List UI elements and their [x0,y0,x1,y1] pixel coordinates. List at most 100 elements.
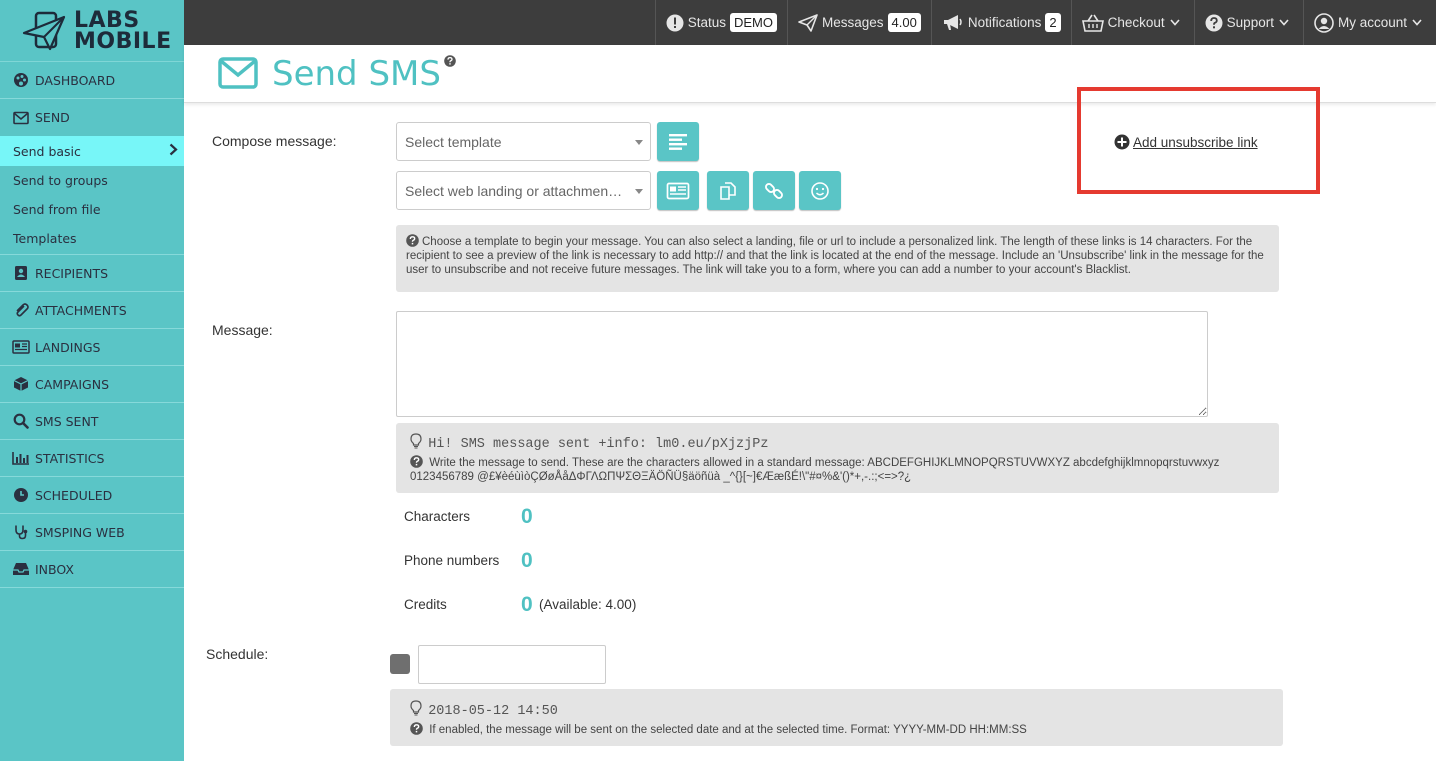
basket-icon [1081,14,1104,32]
sidebar-item-campaigns[interactable]: CAMPAIGNS [0,366,184,403]
sidebar-item-inbox[interactable]: INBOX [0,551,184,588]
question-circle-icon [410,455,423,468]
sidebar-item-sms-sent[interactable]: SMS SENT [0,403,184,440]
sidebar-subitem-label: Send basic [13,143,81,159]
sidebar-item-statistics[interactable]: STATISTICS [0,440,184,477]
envelope-icon [218,57,258,94]
credits-label: Credits [404,597,447,612]
schedule-checkbox[interactable] [390,654,410,674]
status-menu[interactable]: Status DEMO [654,0,787,45]
support-menu[interactable]: Support [1193,0,1303,45]
schedule-example: 2018-05-12 14:50 [428,704,558,719]
bar-chart-icon [12,449,30,467]
sidebar-item-label: ATTACHMENTS [35,302,127,318]
status-label: Status [687,15,726,30]
notifications-menu[interactable]: Notifications 2 [930,0,1071,45]
sidebar-item-label: CAMPAIGNS [35,376,110,392]
plus-circle-icon [1114,134,1130,150]
sidebar-subitem-label: Templates [13,231,77,246]
sidebar-subitem-label: Send from file [13,202,101,217]
sidebar-subitem-send-to-groups[interactable]: Send to groups [0,166,184,195]
lightbulb-icon [410,433,422,449]
message-help-box: Hi! SMS message sent +info: lm0.eu/pXjzj… [396,423,1279,493]
notifications-badge: 2 [1045,13,1061,32]
clock-icon [12,486,30,504]
messages-badge: 4.00 [887,13,921,32]
message-textarea[interactable] [396,311,1208,417]
send-submenu: Send basic Send to groups Send from file… [0,136,184,255]
sidebar-item-landings[interactable]: LANDINGS [0,329,184,366]
question-circle-icon [406,234,419,247]
newspaper-icon [12,338,30,356]
phone-numbers-count: 0 [521,549,533,572]
sidebar-item-label: SMSPING WEB [35,524,125,540]
sidebar-item-label: DASHBOARD [35,72,116,88]
palette-icon [12,71,30,89]
sidebar-subitem-send-from-file[interactable]: Send from file [0,195,184,224]
copy-icon [720,181,736,200]
schedule-datetime-input[interactable] [418,645,606,684]
add-unsubscribe-label: Add unsubscribe link [1133,134,1258,150]
caret-down-icon [635,189,643,194]
messages-label: Messages [822,15,884,30]
notifications-label: Notifications [967,15,1042,30]
chevron-down-icon [1412,19,1422,26]
sidebar-item-attachments[interactable]: ATTACHMENTS [0,292,184,329]
template-select[interactable]: Select template [396,122,651,161]
brand-line2: MOBILE [74,28,172,54]
sidebar-item-scheduled[interactable]: SCHEDULED [0,477,184,514]
messages-menu[interactable]: Messages 4.00 [787,0,931,45]
smile-icon [811,181,829,200]
checkout-label: Checkout [1107,15,1165,30]
align-left-icon [669,133,687,150]
characters-count: 0 [521,505,533,528]
chevron-down-icon [1170,19,1180,26]
newspaper-icon [666,182,690,199]
schedule-label: Schedule: [206,646,269,662]
sidebar-item-dashboard[interactable]: DASHBOARD [0,62,184,99]
link-icon [765,182,783,199]
sidebar-item-label: LANDINGS [35,339,101,355]
brand-name: LABS MOBILE [74,7,172,54]
message-label: Message: [212,322,273,338]
question-circle-icon[interactable] [444,54,456,72]
sidebar-item-send[interactable]: SEND [0,99,184,136]
checkout-menu[interactable]: Checkout [1070,0,1194,45]
compose-help-box: Choose a template to begin your message.… [396,225,1279,292]
page-title: Send SMS [272,54,441,94]
phone-numbers-label: Phone numbers [404,553,500,568]
paperclip-icon [12,301,30,319]
add-unsubscribe-link[interactable]: Add unsubscribe link [1114,134,1258,150]
message-help-text: Write the message to send. These are the… [410,457,1220,483]
paper-plane-icon [798,13,818,32]
sidebar-item-label: SEND [35,110,70,125]
insert-url-button[interactable] [753,171,795,210]
chevron-right-icon [169,143,178,159]
landing-attachment-select[interactable]: Select web landing or attachmen… [396,171,651,210]
insert-landing-button[interactable] [657,171,699,210]
insert-emoji-button[interactable] [799,171,841,210]
insert-template-button[interactable] [657,122,699,161]
sidebar-subitem-templates[interactable]: Templates [0,224,184,253]
sidebar-item-label: RECIPIENTS [35,265,109,281]
insert-file-button[interactable] [707,171,749,210]
top-bar: Status DEMO Messages 4.00 Notifications … [184,0,1436,45]
account-menu[interactable]: My account [1302,0,1436,45]
user-circle-icon [1314,12,1334,33]
sidebar-subitem-send-basic[interactable]: Send basic [0,136,184,166]
brand-line1: LABS [74,7,140,33]
landing-select-value: Select web landing or attachmen… [405,182,623,199]
sidebar-item-label: INBOX [35,561,74,577]
stethoscope-icon [12,523,30,541]
message-example: Hi! SMS message sent +info: lm0.eu/pXjzj… [428,437,769,452]
search-icon [12,412,30,430]
sidebar-item-recipients[interactable]: RECIPIENTS [0,255,184,292]
megaphone-icon [943,14,962,30]
inbox-icon [12,560,30,578]
lightbulb-icon [410,700,422,716]
sidebar-item-smsping-web[interactable]: SMSPING WEB [0,514,184,551]
question-circle-icon [1205,14,1223,31]
characters-label: Characters [404,509,471,524]
logo[interactable]: LABS MOBILE [0,0,184,62]
address-book-icon [12,264,30,282]
